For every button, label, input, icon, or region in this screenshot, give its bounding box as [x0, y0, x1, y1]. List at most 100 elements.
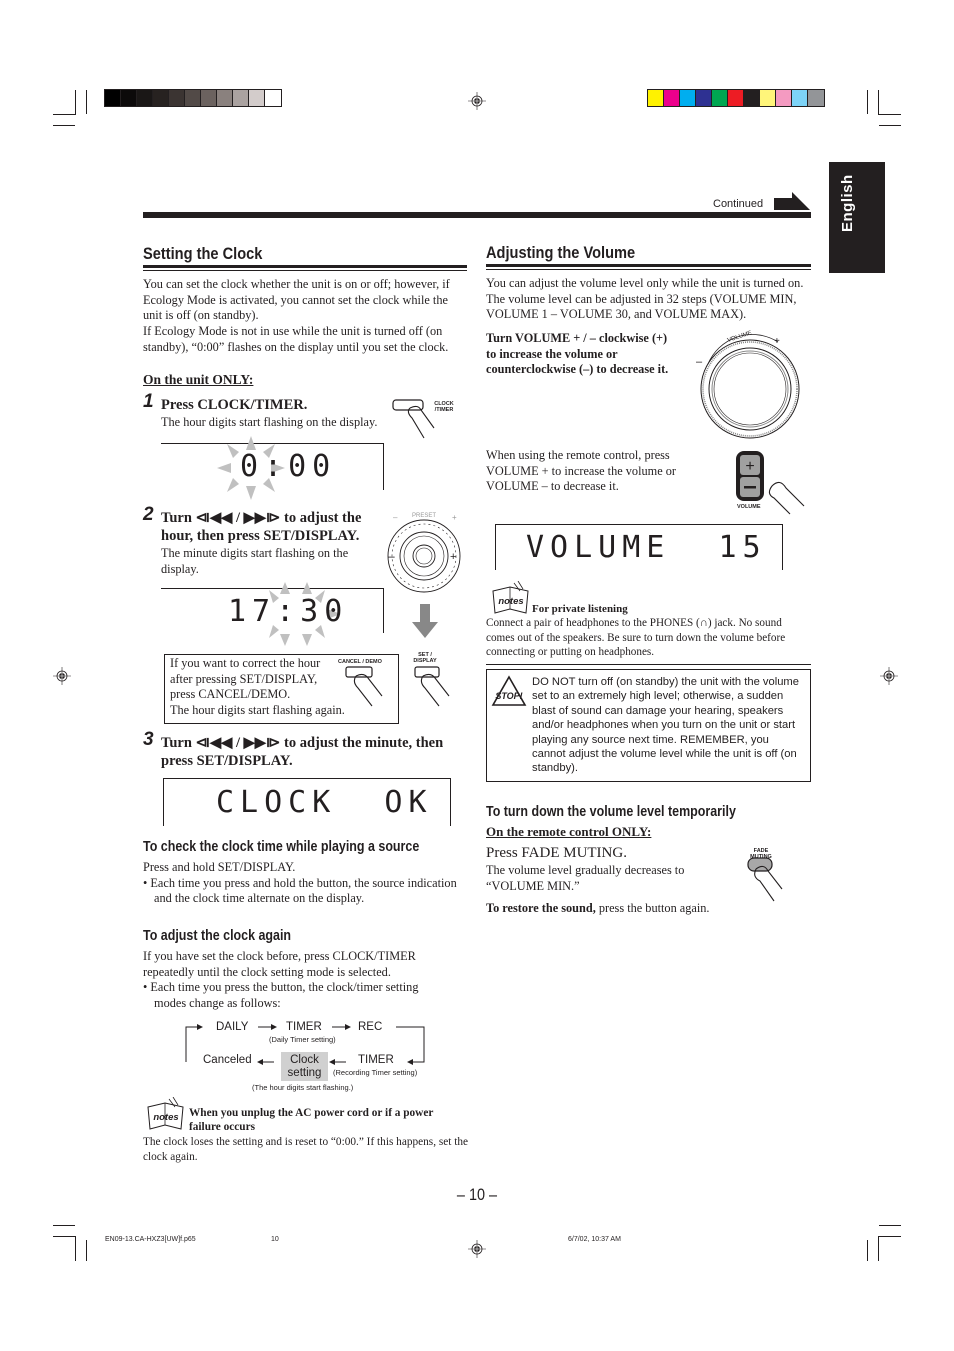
note-text: The clock loses the setting and is reset…: [143, 1136, 469, 1163]
crop-mark: [878, 1236, 901, 1237]
correct-hour-line: press CANCEL/DEMO.: [170, 687, 291, 702]
calibration-swatch: [185, 90, 201, 106]
crop-mark: [53, 125, 75, 126]
title-rule-thin: [486, 269, 811, 270]
bullet-text: Each time you press the button, the cloc…: [150, 980, 419, 1011]
registration-mark-icon: [468, 1240, 486, 1258]
calibration-swatch: [137, 90, 153, 106]
svg-text:–: –: [388, 549, 395, 563]
title-rule: [486, 264, 811, 267]
svg-text:+: +: [452, 513, 457, 522]
grayscale-calibration-bar: [104, 89, 282, 107]
step-heading-line: hour, then press SET/DISPLAY.: [161, 528, 360, 544]
calibration-swatch: [664, 90, 680, 106]
adjust-again-bullet: • Each time you press the button, the cl…: [143, 980, 419, 1011]
crop-mark: [878, 90, 879, 114]
temp-volume-title: To turn down the volume level temporaril…: [486, 804, 736, 820]
step-number: 1: [143, 391, 154, 412]
adjust-again-line: If you have set the clock before, press …: [143, 949, 416, 979]
note-text: Connect a pair of headphones to the PHON…: [486, 617, 786, 658]
check-clock-line: Press and hold SET/DISPLAY.: [143, 860, 296, 874]
step-heading: Turn ⧏◀◀ / ▶▶⧐ to adjust the hour, then …: [161, 509, 361, 545]
calibration-swatch: [680, 90, 696, 106]
down-arrow-icon: [412, 604, 438, 638]
fade-muting-desc: The volume level gradually decreases to …: [486, 863, 684, 894]
instruction-line: to increase the volume or: [486, 346, 618, 361]
step-heading: Press CLOCK/TIMER.: [161, 397, 308, 413]
crop-mark: [75, 90, 76, 114]
flow-rec: REC: [358, 1021, 383, 1033]
calibration-swatch: [153, 90, 169, 106]
flow-clock-setting: Clock setting: [281, 1052, 328, 1081]
calibration-swatch: [265, 90, 281, 106]
notes-icon-label: notes: [498, 596, 523, 607]
crop-mark: [879, 125, 901, 126]
clock-setting-line: Clock: [290, 1054, 319, 1066]
flow-timer-daily: TIMER: [286, 1021, 322, 1033]
language-tab-label: English: [839, 174, 856, 232]
instruction-line: counterclockwise (–) to decrease it.: [486, 362, 669, 377]
footer-timestamp: 6/7/02, 10:37 AM: [568, 1236, 621, 1243]
step-heading-line: Turn ⧏◀◀ / ▶▶⧐ to adjust the: [161, 510, 362, 526]
page-number: – 10 –: [456, 1185, 498, 1204]
title-rule: [143, 265, 467, 268]
note-divider: [486, 664, 811, 665]
flow-timer-recording: TIMER: [358, 1054, 394, 1066]
restore-bold: To restore the sound,: [486, 901, 596, 915]
footer-file-page: 10: [271, 1236, 279, 1243]
correct-hour-line: If you want to correct the hour: [170, 656, 321, 670]
knob-plus: +: [774, 336, 780, 347]
title-rule-thin: [143, 270, 467, 271]
crop-mark: [75, 1236, 76, 1261]
svg-text:+: +: [450, 551, 456, 563]
flow-timer-daily-sub: (Daily Timer setting): [269, 1035, 336, 1044]
preset-label: PRESET: [412, 513, 436, 519]
adjust-again-text: If you have set the clock before, press …: [143, 949, 443, 1012]
flow-daily: DAILY: [216, 1021, 249, 1033]
remote-only-label: On the remote control ONLY:: [486, 824, 652, 839]
clock-timer-button-label: CLOCK /TIMER: [434, 401, 454, 413]
crop-mark: [53, 1225, 75, 1226]
adjust-again-title: To adjust the clock again: [143, 928, 292, 944]
step-heading: Turn ⧏◀◀ / ▶▶⧐ to adjust the minute, the…: [161, 734, 443, 770]
stop-warning-icon: STOP!: [491, 675, 527, 706]
remote-line: VOLUME + to increase the volume or: [486, 463, 676, 478]
calibration-swatch: [728, 90, 744, 106]
footer-filename: EN09-13.CA-HXZ3[UW]f.p65: [105, 1236, 196, 1243]
crop-mark: [879, 1225, 901, 1226]
calibration-swatch: [249, 90, 265, 106]
crop-mark: [867, 1240, 868, 1261]
fade-desc-line: The volume level gradually decreases to: [486, 863, 685, 877]
lcd-display-text: CLOCK OK: [216, 785, 433, 820]
calibration-swatch: [648, 90, 664, 106]
registration-mark-icon: [880, 667, 898, 685]
restore-rest: press the button again.: [595, 901, 710, 915]
clock-intro-p1: You can set the clock whether the unit i…: [143, 277, 450, 323]
remote-volume-text: When using the remote control, press VOL…: [486, 448, 676, 495]
instruction-line: Turn VOLUME + / – clockwise (+): [486, 331, 668, 345]
flow-timer-recording-sub: (Recording Timer setting): [333, 1068, 418, 1077]
correct-hour-text: If you want to correct the hour after pr…: [170, 656, 345, 719]
set-display-button-label: SET / DISPLAY: [413, 652, 437, 664]
correct-hour-line: after pressing SET/DISPLAY,: [170, 671, 318, 686]
clock-intro-p2: If Ecology Mode is not in use while the …: [143, 324, 449, 354]
lcd-display-text: VOLUME 15: [526, 530, 767, 565]
remote-line: When using the remote control, press: [486, 448, 670, 462]
crop-mark: [867, 90, 868, 114]
fade-muting-heading: Press FADE MUTING.: [486, 845, 627, 861]
section-title-setting-clock: Setting the Clock: [143, 244, 263, 263]
knob-minus: –: [696, 356, 703, 368]
section-title-adjusting-volume: Adjusting the Volume: [486, 243, 636, 262]
lcd-display-text: 0:00: [240, 449, 337, 484]
continued-arrow-icon: [774, 192, 810, 210]
fade-muting-button-icon: [747, 857, 783, 902]
clock-setting-line: setting: [287, 1067, 322, 1079]
note-title: When you unplug the AC power cord or if …: [189, 1107, 434, 1133]
fade-desc-line: “VOLUME MIN.”: [486, 878, 580, 893]
crop-mark: [53, 114, 76, 115]
notes-icon: notes: [492, 581, 529, 614]
calibration-swatch: [712, 90, 728, 106]
restore-sound-text: To restore the sound, press the button a…: [486, 901, 710, 917]
calibration-swatch: [217, 90, 233, 106]
stop-icon-label: STOP!: [495, 691, 522, 701]
